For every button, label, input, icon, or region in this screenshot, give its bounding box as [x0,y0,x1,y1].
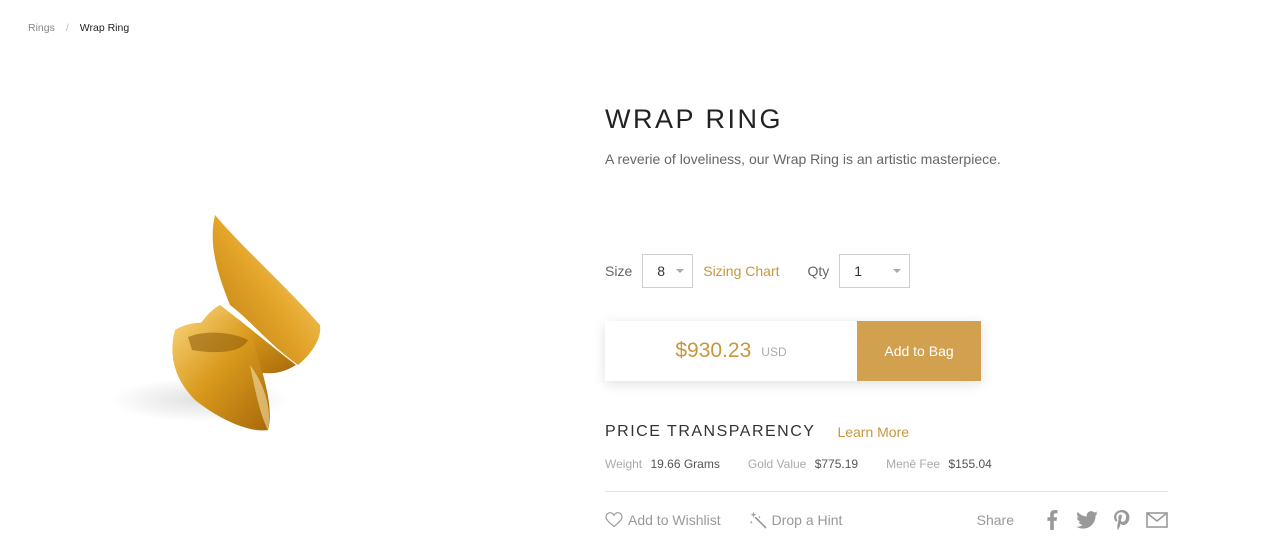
share-section: Share [977,509,1168,531]
price-transparency-details: Weight 19.66 Grams Gold Value $775.19 Me… [605,457,1020,471]
email-icon[interactable] [1146,509,1168,531]
weight-item: Weight 19.66 Grams [605,457,720,471]
size-label: Size [605,263,633,279]
breadcrumb: Rings / Wrap Ring [28,22,129,34]
qty-label: Qty [807,263,830,279]
drop-a-hint-button[interactable]: Drop a Hint [749,511,843,529]
price-transparency-title: PRICE TRANSPARENCY [605,423,816,440]
gold-value-item: Gold Value $775.19 [748,457,858,471]
chevron-down-icon [893,269,902,273]
gold-wrap-ring-image [110,215,321,431]
pinterest-icon[interactable] [1111,509,1133,531]
learn-more-link[interactable]: Learn More [837,424,909,440]
fee-label: Menē Fee [886,457,941,471]
price-transparency-header: PRICE TRANSPARENCY Learn More [605,423,909,441]
add-to-wishlist-label: Add to Wishlist [628,512,721,528]
size-select[interactable]: 8 [642,254,694,288]
product-options: Size 8 Sizing Chart Qty 1 [605,254,911,288]
heart-icon [605,512,623,528]
product-description: A reverie of loveliness, our Wrap Ring i… [605,151,1001,167]
qty-select[interactable]: 1 [839,254,911,288]
divider [605,491,1168,492]
fee-value: $155.04 [948,457,992,471]
weight-label: Weight [605,457,643,471]
facebook-icon[interactable] [1041,509,1063,531]
breadcrumb-current: Wrap Ring [79,22,130,34]
twitter-icon[interactable] [1076,509,1098,531]
product-title: WRAP RING [605,104,784,134]
price-area: $930.23 USD [605,321,857,381]
weight-value: 19.66 Grams [650,457,720,471]
currency: USD [761,345,787,359]
add-to-bag-button[interactable]: Add to Bag [857,321,981,381]
breadcrumb-link-rings[interactable]: Rings [28,22,55,34]
magic-wand-icon [749,511,766,529]
product-actions: Add to Wishlist Drop a Hint Share [605,509,1168,531]
gold-value-label: Gold Value [747,457,807,471]
add-to-wishlist-button[interactable]: Add to Wishlist [605,512,721,528]
sizing-chart-link[interactable]: Sizing Chart [703,263,779,279]
chevron-down-icon [676,269,685,273]
breadcrumb-separator: / [65,22,69,34]
price: $930.23 [675,339,752,362]
size-value: 8 [657,263,666,279]
qty-value: 1 [854,263,863,279]
product-image[interactable] [100,205,340,445]
drop-a-hint-label: Drop a Hint [771,512,843,528]
gold-value-value: $775.19 [814,457,859,471]
fee-item: Menē Fee $155.04 [886,457,992,471]
share-label: Share [976,512,1014,528]
buy-box: $930.23 USD Add to Bag [605,321,981,381]
